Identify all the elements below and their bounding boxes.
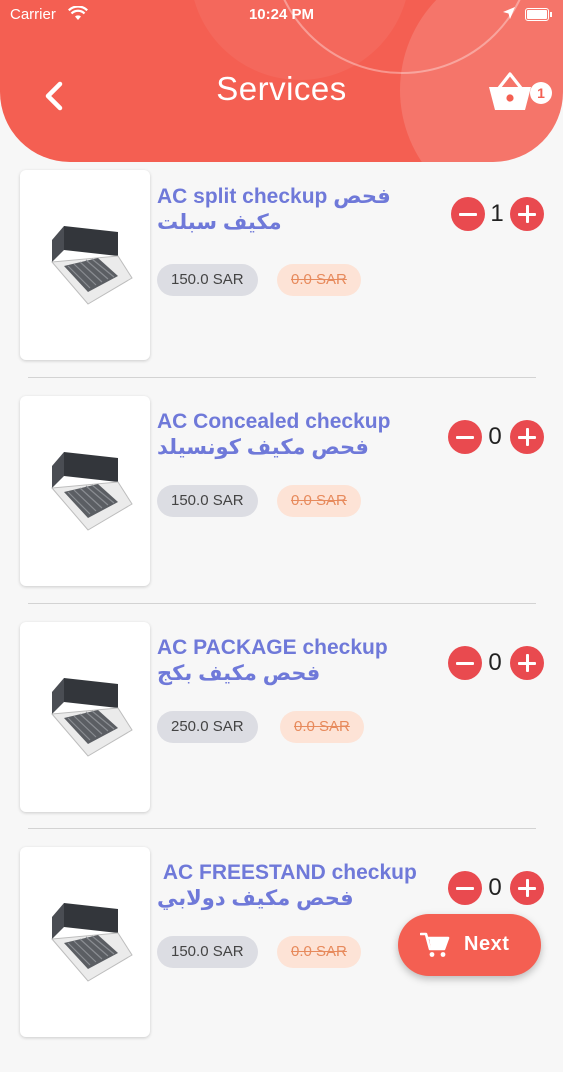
divider: [28, 603, 536, 604]
quantity-value: 0: [488, 423, 502, 450]
next-button-label: Next: [464, 933, 510, 955]
service-price: 250.0 SAR: [157, 711, 258, 743]
service-name: AC FREESTAND checkup فحص مكيف دولابي: [157, 861, 429, 910]
increase-quantity-button[interactable]: [510, 871, 544, 905]
service-old-price: 0.0 SAR: [277, 936, 361, 968]
service-name: AC PACKAGE checkup فحص مكيف بكج: [157, 636, 388, 685]
increase-quantity-button[interactable]: [510, 646, 544, 680]
ac-unit-image: [50, 903, 133, 982]
page-title: Services: [216, 70, 347, 107]
decrease-quantity-button[interactable]: [448, 420, 482, 454]
quantity-value: 0: [488, 649, 502, 676]
service-old-price: 0.0 SAR: [280, 711, 364, 743]
service-image[interactable]: [20, 622, 150, 812]
battery-icon: [525, 8, 552, 21]
increase-quantity-button[interactable]: [510, 420, 544, 454]
service-name: AC split checkup فحص مكيف سبلت: [157, 185, 391, 234]
ac-unit-image: [50, 678, 133, 757]
status-bar: Carrier 10:24 PM: [0, 0, 563, 30]
service-item: AC Concealed checkup فحص مكيف كونسيلد 15…: [0, 396, 563, 621]
service-old-price: 0.0 SAR: [277, 264, 361, 296]
cart-count-badge: 1: [530, 82, 552, 104]
app-header: Carrier 10:24 PM Services 1: [0, 0, 563, 162]
decrease-quantity-button[interactable]: [448, 871, 482, 905]
quantity-value: 0: [488, 874, 502, 901]
service-item: AC split checkup فحص مكيف سبلت 150.0 SAR…: [0, 170, 563, 395]
decrease-quantity-button[interactable]: [451, 197, 485, 231]
status-time: 10:24 PM: [248, 6, 315, 23]
ac-unit-image: [50, 452, 133, 531]
service-image[interactable]: [20, 396, 150, 586]
ac-unit-image: [50, 226, 133, 305]
service-name: AC Concealed checkup فحص مكيف كونسيلد: [157, 410, 391, 459]
service-price: 150.0 SAR: [157, 485, 258, 517]
divider: [28, 377, 536, 378]
service-image[interactable]: [20, 847, 150, 1037]
service-item: AC PACKAGE checkup فحص مكيف بكج 250.0 SA…: [0, 622, 563, 847]
divider: [28, 828, 536, 829]
decrease-quantity-button[interactable]: [448, 646, 482, 680]
cart-icon: [420, 932, 450, 957]
increase-quantity-button[interactable]: [510, 197, 544, 231]
basket-icon: [489, 72, 531, 110]
service-old-price: 0.0 SAR: [277, 485, 361, 517]
location-arrow-icon: [502, 6, 516, 24]
next-button[interactable]: Next: [398, 914, 541, 976]
service-image[interactable]: [20, 170, 150, 360]
quantity-value: 1: [490, 200, 504, 227]
service-price: 150.0 SAR: [157, 936, 258, 968]
service-price: 150.0 SAR: [157, 264, 258, 296]
